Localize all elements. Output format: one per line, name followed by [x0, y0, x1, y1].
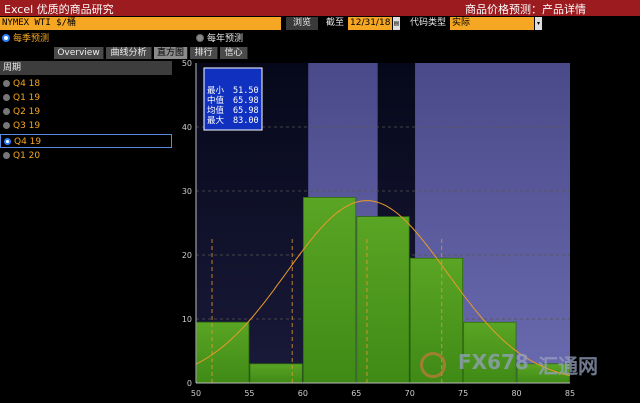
forecast-mode: 每季预测 每年预测	[0, 33, 640, 45]
quarterly-label: 每季预测	[13, 34, 50, 44]
tab-overview-label: Overview	[57, 48, 100, 58]
period-item-q3-19[interactable]: Q3 19	[0, 119, 172, 133]
x-tick-label-65: 65	[351, 389, 361, 398]
radio-dot-icon	[3, 152, 10, 159]
period-item-q1-20[interactable]: Q1 20	[0, 149, 172, 163]
cutoff-date-field[interactable]: 12/31/18	[348, 17, 392, 30]
period-label: Q1 19	[13, 93, 41, 103]
date-picker-icon[interactable]: ▤	[393, 17, 400, 30]
stat-mean-value: 65.98	[233, 106, 259, 116]
y-tick-label-50: 50	[182, 60, 192, 68]
tab-confidence[interactable]: 信心	[220, 47, 248, 59]
histogram-bar-3	[356, 216, 410, 384]
tab-confidence-label: 信心	[224, 48, 243, 58]
watermark-logo-icon	[420, 352, 446, 378]
y-tick-label-30: 30	[182, 187, 192, 196]
period-item-q4-19[interactable]: Q4 19	[0, 134, 172, 148]
y-tick-label-40: 40	[182, 123, 192, 132]
y-tick-label-0: 0	[187, 379, 192, 388]
period-item-q2-19[interactable]: Q2 19	[0, 105, 172, 119]
code-type-label: 代码类型	[410, 18, 447, 28]
histogram-bar-1	[249, 363, 303, 384]
stat-mean-label: 均值	[207, 105, 225, 116]
watermark-text-cn: 汇通网	[538, 354, 598, 378]
tab-histogram[interactable]: 直方图	[154, 47, 188, 59]
tab-ranking[interactable]: 排行	[190, 47, 218, 59]
period-label: Q1 20	[13, 151, 41, 161]
stat-max-label: 最大	[207, 115, 225, 126]
ticker-field[interactable]: NYMEX WTI $/桶	[0, 17, 281, 30]
y-tick-label-10: 10	[182, 315, 192, 324]
x-tick-label-75: 75	[458, 389, 468, 398]
period-label: Q2 19	[13, 107, 41, 117]
period-label: Q4 18	[13, 79, 41, 89]
stat-max-value: 83.00	[233, 116, 259, 126]
period-item-q4-18[interactable]: Q4 18	[0, 77, 172, 91]
histogram-bar-0	[196, 321, 250, 384]
tab-overview[interactable]: Overview	[54, 47, 104, 59]
x-tick-label-80: 80	[511, 389, 521, 398]
radio-dot-icon	[3, 80, 10, 87]
stat-median-value: 65.98	[233, 96, 259, 106]
period-item-q1-19[interactable]: Q1 19	[0, 91, 172, 105]
title-bar: Excel 优质的商品研究 商品价格预测：产品详情	[0, 0, 640, 16]
x-tick-label-60: 60	[298, 389, 308, 398]
page-title: 商品价格预测：产品详情	[465, 3, 586, 16]
tab-ranking-label: 排行	[194, 48, 213, 58]
tab-histogram-label: 直方图	[156, 48, 184, 58]
annual-radio[interactable]	[196, 34, 204, 42]
chevron-down-icon[interactable]: ▾	[535, 17, 542, 30]
quarterly-radio[interactable]	[2, 34, 10, 42]
histogram-chart: 0 10 20 30 40 50 50 55 60 65 70 75 80 85 最小 51.50 中值…	[178, 59, 580, 400]
radio-dot-selected-icon	[4, 138, 11, 145]
stat-median-label: 中值	[207, 95, 225, 106]
period-header: 周期	[0, 61, 172, 75]
radio-dot-icon	[3, 122, 10, 129]
cutoff-label: 截至	[326, 18, 345, 28]
annual-label: 每年预测	[207, 34, 244, 44]
period-label: Q4 19	[14, 137, 42, 147]
histogram-svg: 0 10 20 30 40 50 50 55 60 65 70 75 80 85 最小 51.50 中值…	[182, 59, 575, 398]
x-tick-label-55: 55	[244, 389, 254, 398]
watermark-text: FX678	[458, 350, 529, 374]
period-list: 周期 Q4 18 Q1 19 Q2 19 Q3 19 Q4 19 Q1 20	[0, 61, 172, 400]
x-tick-label-70: 70	[405, 389, 415, 398]
period-label: Q3 19	[13, 121, 41, 131]
x-tick-label-85: 85	[565, 389, 575, 398]
browse-label: 浏览	[292, 18, 311, 28]
stat-min-value: 51.50	[233, 86, 259, 96]
radio-dot-icon	[3, 94, 10, 101]
app-title: Excel 优质的商品研究	[4, 3, 114, 16]
tab-curve-analysis-label: 曲线分析	[110, 48, 147, 58]
toolbar: NYMEX WTI $/桶 浏览 截至 12/31/18 ▤ 代码类型 实际 ▾	[0, 17, 640, 32]
browse-button[interactable]: 浏览	[286, 17, 318, 30]
stats-box: 最小 51.50 中值 65.98 均值 65.98 最大 83.00	[203, 67, 263, 131]
watermark: FX678 汇通网	[416, 350, 626, 378]
y-tick-label-20: 20	[182, 251, 192, 260]
histogram-bar-2	[302, 196, 357, 384]
x-tick-label-50: 50	[191, 389, 201, 398]
code-type-select[interactable]: 实际	[450, 17, 534, 30]
tab-curve-analysis[interactable]: 曲线分析	[106, 47, 152, 59]
radio-dot-icon	[3, 108, 10, 115]
stat-min-label: 最小	[207, 85, 225, 96]
